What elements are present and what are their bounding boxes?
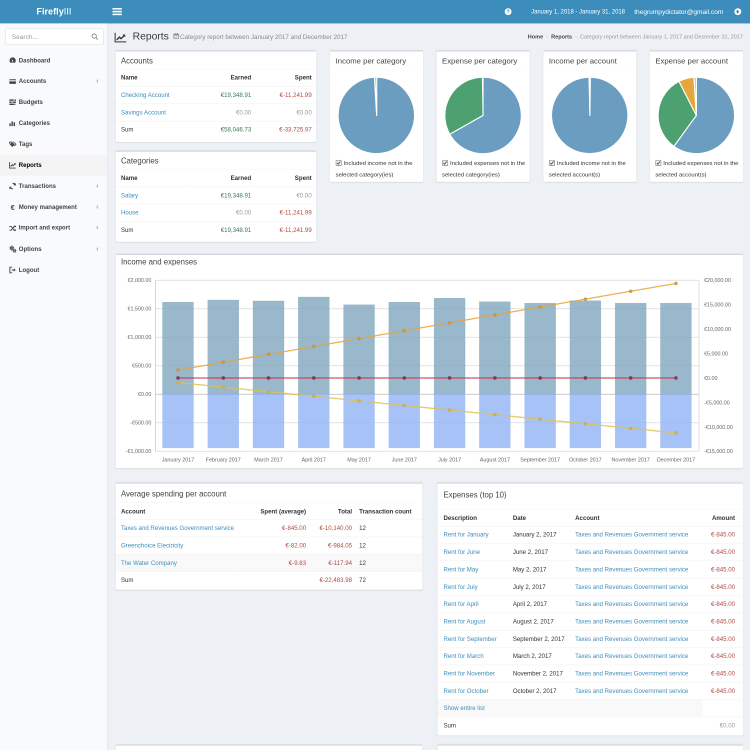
svg-text:€20,000.00: €20,000.00 (704, 278, 731, 284)
svg-text:-€15,000.00: -€15,000.00 (704, 449, 733, 455)
svg-text:March 2017: March 2017 (254, 457, 282, 463)
svg-text:€500.00: €500.00 (132, 364, 151, 370)
svg-text:-€1,000.00: -€1,000.00 (126, 449, 152, 455)
svg-text:November 2017: November 2017 (612, 457, 650, 463)
svg-text:August 2017: August 2017 (480, 457, 510, 463)
svg-text:€0.00: €0.00 (704, 376, 717, 382)
svg-text:July 2017: July 2017 (438, 457, 461, 463)
svg-text:€2,000.00: €2,000.00 (127, 278, 151, 284)
svg-text:January 2017: January 2017 (162, 457, 195, 463)
svg-text:€: € (11, 205, 15, 211)
svg-text:February 2017: February 2017 (206, 457, 241, 463)
svg-text:€10,000.00: €10,000.00 (704, 327, 731, 333)
svg-text:December 2017: December 2017 (657, 457, 695, 463)
svg-text:-€5,000.00: -€5,000.00 (704, 400, 730, 406)
svg-text:April 2017: April 2017 (302, 457, 326, 463)
svg-text:May 2017: May 2017 (347, 457, 371, 463)
svg-text:-€500.00: -€500.00 (130, 421, 151, 427)
svg-text:October 2017: October 2017 (569, 457, 602, 463)
svg-text:-€10,000.00: -€10,000.00 (704, 425, 733, 431)
svg-text:€0.00: €0.00 (138, 392, 151, 398)
svg-text:€15,000.00: €15,000.00 (704, 303, 731, 309)
svg-text:€1,500.00: €1,500.00 (127, 307, 151, 313)
svg-text:€5,000.00: €5,000.00 (704, 351, 728, 357)
svg-text:?: ? (507, 10, 510, 16)
svg-text:June 2017: June 2017 (392, 457, 417, 463)
svg-text:€1,000.00: €1,000.00 (127, 335, 151, 341)
svg-text:September 2017: September 2017 (520, 457, 560, 463)
